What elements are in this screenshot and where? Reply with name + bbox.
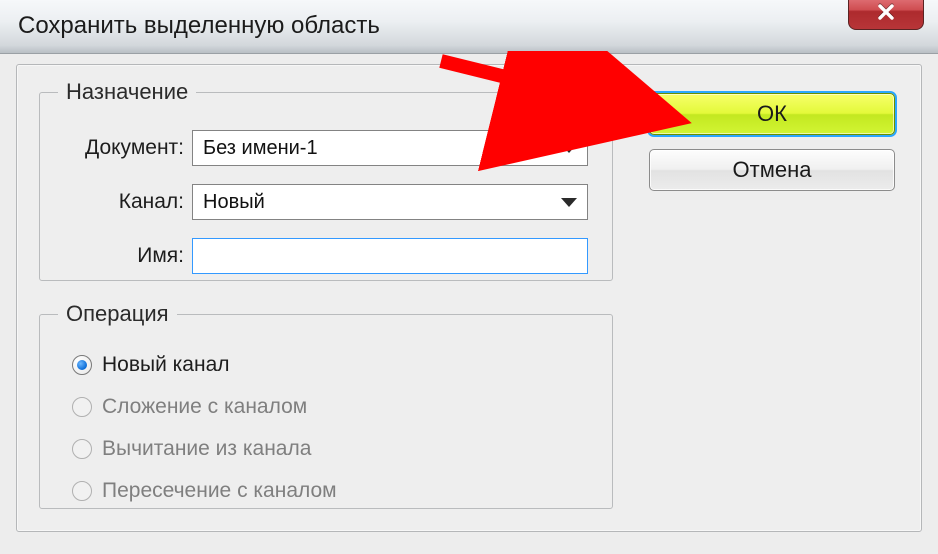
- radio-label: Новый канал: [102, 353, 230, 377]
- dialog-body: Назначение Документ: Без имени-1 Канал: …: [16, 64, 922, 532]
- document-dropdown[interactable]: Без имени-1: [192, 130, 588, 166]
- document-row: Документ: Без имени-1: [40, 129, 588, 167]
- document-label: Документ:: [40, 136, 192, 160]
- radio-icon: [72, 355, 92, 375]
- radio-icon: [72, 439, 92, 459]
- operation-group: Операция Новый канал Сложение с каналом …: [39, 301, 613, 509]
- window-close-button[interactable]: [848, 0, 924, 30]
- radio-icon: [72, 397, 92, 417]
- radio-subtract-from-channel: Вычитание из канала: [72, 433, 311, 465]
- ok-button-label: ОК: [757, 101, 787, 127]
- channel-row: Канал: Новый: [40, 183, 588, 221]
- name-input[interactable]: [192, 238, 588, 274]
- channel-value: Новый: [203, 191, 265, 214]
- channel-dropdown[interactable]: Новый: [192, 184, 588, 220]
- radio-add-to-channel: Сложение с каналом: [72, 391, 307, 423]
- destination-group: Назначение Документ: Без имени-1 Канал: …: [39, 79, 613, 281]
- name-label: Имя:: [40, 244, 192, 268]
- radio-icon: [72, 481, 92, 501]
- radio-intersect-with-channel: Пересечение с каналом: [72, 475, 337, 507]
- document-value: Без имени-1: [203, 137, 318, 160]
- radio-label: Пересечение с каналом: [102, 479, 337, 503]
- name-row: Имя:: [40, 237, 588, 275]
- chevron-down-icon: [561, 144, 577, 153]
- channel-label: Канал:: [40, 190, 192, 214]
- titlebar: Сохранить выделенную область: [0, 0, 938, 54]
- radio-label: Сложение с каналом: [102, 395, 307, 419]
- radio-label: Вычитание из канала: [102, 437, 311, 461]
- close-icon: [876, 2, 896, 22]
- destination-legend: Назначение: [58, 79, 196, 105]
- cancel-button-label: Отмена: [733, 157, 812, 183]
- radio-new-channel[interactable]: Новый канал: [72, 349, 230, 381]
- chevron-down-icon: [561, 198, 577, 207]
- ok-button[interactable]: ОК: [649, 93, 895, 135]
- operation-legend: Операция: [58, 301, 177, 327]
- window-title: Сохранить выделенную область: [18, 12, 380, 40]
- cancel-button[interactable]: Отмена: [649, 149, 895, 191]
